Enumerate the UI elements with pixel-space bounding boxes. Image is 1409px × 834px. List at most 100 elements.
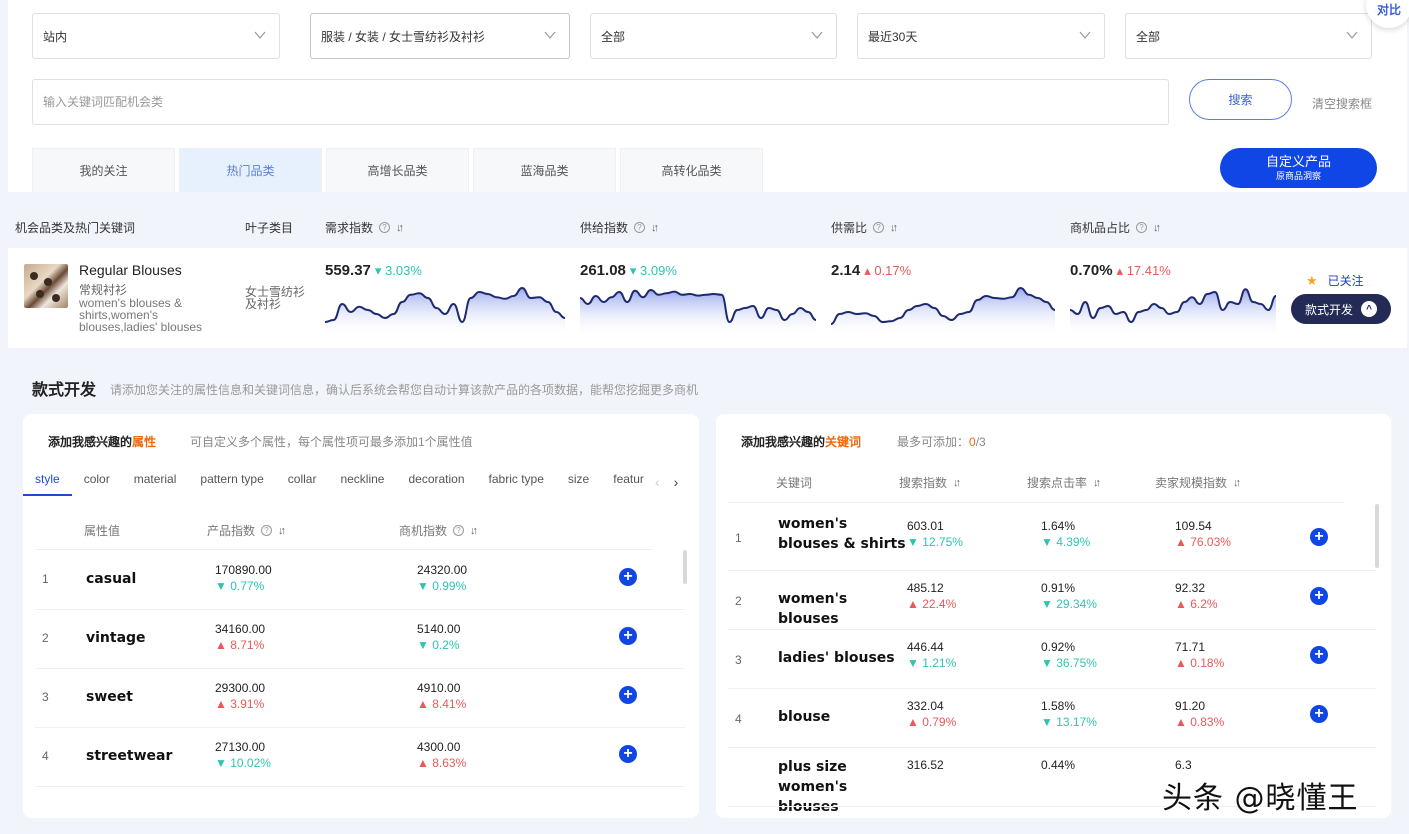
add-keyword-button[interactable]: + (1310, 528, 1328, 546)
sort-icon[interactable]: ↓↑ (1233, 477, 1241, 489)
kw-scrollbar[interactable] (1375, 504, 1379, 568)
opportunity-index-change-value: 0.2% (432, 638, 460, 652)
search-index-change: ▲ 0.79% (907, 715, 957, 729)
sort-icon[interactable]: ↓↑ (1093, 477, 1101, 489)
help-icon[interactable]: ? (379, 222, 391, 233)
scope-select[interactable]: 全部 (590, 13, 837, 59)
category-keywords: women's blouses & shirts,women's blouses… (79, 296, 203, 334)
style-dev-toggle-button[interactable]: 款式开发 ^ (1291, 294, 1391, 324)
add-attribute-button[interactable]: + (619, 627, 637, 645)
watermark: 头条 @晓懂王 (1162, 781, 1359, 816)
attr-header-value: 属性值 (84, 522, 120, 539)
attr-tab-decoration[interactable]: decoration (396, 472, 476, 496)
add-keyword-button[interactable]: + (1310, 705, 1328, 723)
opportunity-index-change: ▼ 0.2% (417, 638, 460, 652)
sort-icon[interactable]: ↓↑ (396, 222, 404, 234)
search-button[interactable]: 搜索 (1189, 79, 1292, 120)
header-ratio: 供需比 ? ↓↑ (831, 219, 898, 236)
add-attribute-button[interactable]: + (619, 686, 637, 704)
keywords-limit-label: 最多可添加： (897, 435, 970, 449)
opportunity-index-change-value: 8.63% (432, 756, 467, 770)
type-select[interactable]: 全部 (1125, 13, 1372, 59)
opportunity-index-value: 4300.00 (417, 740, 461, 754)
clear-search-link[interactable]: 清空搜索框 (1312, 95, 1372, 112)
followed-toggle[interactable]: ★ 已关注 (1306, 272, 1364, 289)
attr-tab-neckline[interactable]: neckline (328, 472, 396, 496)
ctr-cell: 1.64% ▼ 4.39% (1041, 518, 1090, 550)
divider (728, 629, 1376, 630)
site-select[interactable]: 站内 (32, 13, 280, 59)
seller-index-value: 92.32 (1175, 581, 1206, 595)
help-icon[interactable]: ? (634, 222, 646, 233)
chevron-left-icon[interactable]: ‹ (655, 474, 660, 490)
search-index-value: 332.04 (907, 699, 944, 713)
chevron-down-icon (1346, 31, 1358, 39)
ratio-change: ▴ 0.17% (864, 263, 912, 278)
kw-header-seller-index: 卖家规模指数 ↓↑ (1155, 474, 1241, 491)
keyword-name: blouse (778, 709, 831, 725)
attr-tab-fabric-type[interactable]: fabric type (477, 472, 556, 496)
seller-index-cell: 71.71 ▲ 0.18% (1175, 639, 1224, 671)
row-rank: 1 (42, 572, 49, 586)
add-keyword-button[interactable]: + (1310, 587, 1328, 605)
demand-change-value: 3.03% (385, 263, 422, 278)
product-index-change: ▲ 3.91% (215, 697, 265, 711)
period-select-value: 最近30天 (868, 29, 918, 44)
tab-my-follow[interactable]: 我的关注 (32, 148, 175, 192)
keywords-title-prefix: 添加我感兴趣的 (741, 435, 826, 449)
header-demand: 需求指数 ? ↓↑ (325, 219, 404, 236)
search-index-change: ▲ 22.4% (907, 597, 957, 611)
attr-tab-size[interactable]: size (556, 472, 601, 496)
ctr-cell: 0.92% ▼ 36.75% (1041, 639, 1097, 671)
product-index-cell: 29300.00 ▲ 3.91% (215, 680, 265, 712)
attr-tab-pattern-type[interactable]: pattern type (188, 472, 275, 496)
demand-change: ▾ 3.03% (374, 263, 422, 278)
chevron-right-icon[interactable]: › (674, 474, 679, 490)
attr-tab-color[interactable]: color (72, 472, 122, 496)
ctr-change-value: 36.75% (1056, 656, 1097, 670)
ctr-change-value: 29.34% (1056, 597, 1097, 611)
keyword-search-input[interactable] (32, 79, 1169, 125)
product-thumbnail[interactable] (24, 264, 68, 308)
help-icon[interactable]: ? (873, 222, 885, 233)
tab-blue-ocean[interactable]: 蓝海品类 (473, 148, 616, 192)
style-dev-button-label: 款式开发 (1304, 302, 1353, 317)
product-index-value: 170890.00 (215, 563, 272, 577)
seller-index-change: ▲ 76.03% (1175, 535, 1231, 549)
category-select[interactable]: 服装 / 女装 / 女士雪纺衫及衬衫 (310, 13, 570, 59)
help-icon[interactable]: ? (1136, 222, 1148, 233)
attr-scrollbar[interactable] (683, 550, 687, 584)
sort-icon[interactable]: ↓↑ (1153, 222, 1161, 234)
header-category: 机会品类及热门关键词 (15, 219, 135, 236)
help-icon[interactable]: ? (453, 525, 465, 536)
custom-product-button[interactable]: 自定义产品 原商品洞察 (1220, 148, 1377, 188)
sort-icon[interactable]: ↓↑ (470, 525, 478, 537)
product-index-change: ▼ 10.02% (215, 756, 271, 770)
sort-icon[interactable]: ↓↑ (651, 222, 659, 234)
product-index-value: 29300.00 (215, 681, 266, 695)
attr-tab-collar[interactable]: collar (276, 472, 329, 496)
period-select[interactable]: 最近30天 (857, 13, 1105, 59)
attributes-card: 添加我感兴趣的属性 可自定义多个属性，每个属性项可最多添加1个属性值 style… (23, 414, 699, 818)
attr-tab-material[interactable]: material (122, 472, 189, 496)
chevron-up-icon: ^ (1361, 301, 1377, 317)
sort-icon[interactable]: ↓↑ (278, 525, 286, 537)
sort-icon[interactable]: ↓↑ (890, 222, 898, 234)
search-index-change-value: 12.75% (922, 535, 963, 549)
attr-tab-style[interactable]: style (23, 472, 72, 496)
sort-icon[interactable]: ↓↑ (953, 477, 961, 489)
divider (35, 609, 685, 610)
help-icon[interactable]: ? (261, 525, 273, 536)
seller-index-change-value: 76.03% (1190, 535, 1231, 549)
add-attribute-button[interactable]: + (619, 745, 637, 763)
add-keyword-button[interactable]: + (1310, 646, 1328, 664)
add-attribute-button[interactable]: + (619, 568, 637, 586)
category-title[interactable]: Regular Blouses (79, 262, 182, 278)
tab-hot-category[interactable]: 热门品类 (179, 148, 322, 192)
tab-high-growth[interactable]: 高增长品类 (326, 148, 469, 192)
tab-high-conversion[interactable]: 高转化品类 (620, 148, 763, 192)
attr-tab-feature[interactable]: featur (601, 472, 645, 496)
kw-header-seller-label: 卖家规模指数 (1155, 476, 1228, 490)
supply-change: ▾ 3.09% (629, 263, 677, 278)
style-dev-description: 请添加您关注的属性信息和关键词信息，确认后系统会帮您自动计算该款产品的各项数据，… (110, 383, 699, 397)
